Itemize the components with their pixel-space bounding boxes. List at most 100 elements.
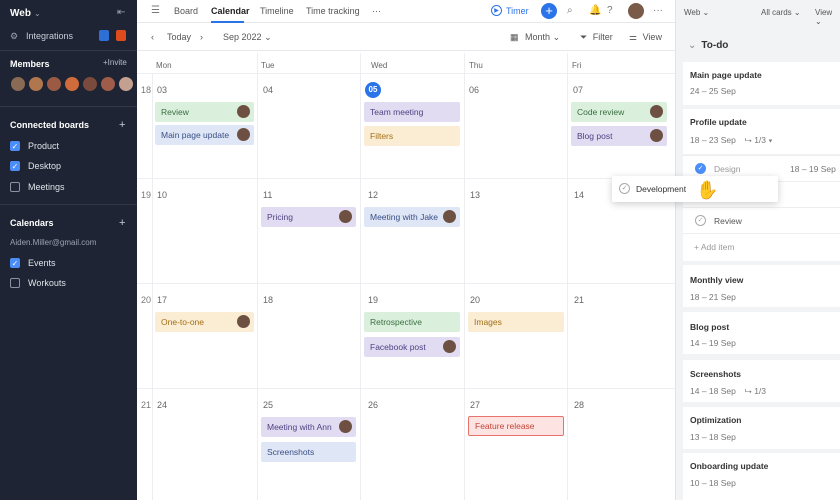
subtasks-counter[interactable]: ⮡ 1/3 <box>745 386 766 397</box>
calendar-item-workouts[interactable]: Workouts <box>10 278 66 288</box>
checkbox-checked-icon[interactable]: ✓ <box>10 161 20 171</box>
card-main-page-update[interactable]: Main page update 24 – 25 Sep <box>683 62 840 105</box>
invite-button[interactable]: +Invite <box>103 58 127 67</box>
card-blog-post[interactable]: Blog post 14 – 19 Sep <box>683 312 840 354</box>
today-button[interactable]: Today <box>167 32 191 42</box>
user-avatar[interactable] <box>628 3 644 19</box>
event-screenshots[interactable]: Screenshots <box>261 442 356 462</box>
day-number[interactable]: 10 <box>157 190 167 200</box>
checkbox-checked-icon[interactable]: ✓ <box>10 141 20 151</box>
subtasks-counter[interactable]: ⮡ 1/3 ▾ <box>745 135 773 146</box>
day-number[interactable]: 26 <box>368 400 378 410</box>
check-circle-icon[interactable]: ✓ <box>695 215 706 226</box>
day-number[interactable]: 03 <box>157 85 167 95</box>
day-number[interactable]: 17 <box>157 295 167 305</box>
all-cards-select[interactable]: All cards ⌄ <box>761 8 801 17</box>
timer-button[interactable]: ▶ Timer <box>491 5 529 16</box>
help-icon[interactable]: ? <box>607 5 613 16</box>
day-number[interactable]: 20 <box>470 295 480 305</box>
next-period-icon[interactable]: › <box>200 32 203 42</box>
calendar-item-events[interactable]: ✓ Events <box>10 258 56 268</box>
board-select[interactable]: Web ⌄ <box>684 8 709 17</box>
card-optimization[interactable]: Optimization 13 – 18 Sep <box>683 407 840 449</box>
avatar[interactable] <box>100 76 116 92</box>
day-number[interactable]: 19 <box>368 295 378 305</box>
event-images[interactable]: Images <box>468 312 564 332</box>
panel-view-button[interactable]: View ⌄ <box>815 8 840 26</box>
avatar[interactable] <box>64 76 80 92</box>
hamburger-menu-icon[interactable]: ☰ <box>151 5 160 16</box>
day-number[interactable]: 04 <box>263 85 273 95</box>
checkbox-checked-icon[interactable]: ✓ <box>10 258 20 268</box>
today-day-number[interactable]: 05 <box>365 82 381 98</box>
checkbox-unchecked-icon[interactable] <box>10 278 20 288</box>
event-feature-release[interactable]: Feature release <box>468 416 564 436</box>
event-meeting-with-jake[interactable]: Meeting with Jake <box>364 207 460 227</box>
add-button[interactable]: + <box>541 3 557 19</box>
more-options-icon[interactable]: ··· <box>653 5 663 16</box>
day-number[interactable]: 21 <box>574 295 584 305</box>
day-number[interactable]: 25 <box>263 400 273 410</box>
event-retrospective[interactable]: Retrospective <box>364 312 460 332</box>
tab-board[interactable]: Board <box>174 6 198 16</box>
event-title: Main page update <box>161 130 230 140</box>
tab-timeline[interactable]: Timeline <box>260 6 294 16</box>
day-number[interactable]: 07 <box>573 85 583 95</box>
list-header[interactable]: ⌄ To-do <box>688 40 728 51</box>
avatar[interactable] <box>28 76 44 92</box>
day-number[interactable]: 11 <box>263 190 272 200</box>
event-code-review[interactable]: Code review <box>571 102 667 122</box>
view-mode-select[interactable]: ▦ Month ⌄ <box>510 32 560 43</box>
add-board-icon[interactable]: + <box>119 119 125 131</box>
add-calendar-icon[interactable]: + <box>119 217 125 229</box>
more-tabs-icon[interactable]: ··· <box>372 6 381 16</box>
day-number[interactable]: 18 <box>263 295 273 305</box>
day-number[interactable]: 28 <box>574 400 584 410</box>
event-team-meeting[interactable]: Team meeting <box>364 102 460 122</box>
card-screenshots[interactable]: Screenshots 14 – 18 Sep ⮡ 1/3 <box>683 360 840 402</box>
event-filters[interactable]: Filters <box>364 126 460 146</box>
event-facebook-post[interactable]: Facebook post <box>364 337 460 357</box>
avatar[interactable] <box>10 76 26 92</box>
event-main-page-update[interactable]: Main page update <box>155 125 254 145</box>
day-number[interactable]: 13 <box>470 190 480 200</box>
notifications-icon[interactable]: 🔔 <box>589 5 601 16</box>
event-meeting-with-ann[interactable]: Meeting with Ann <box>261 417 356 437</box>
check-circle-icon[interactable]: ✓ <box>695 163 706 174</box>
avatar[interactable] <box>46 76 62 92</box>
chevron-down-icon: ⌄ <box>688 40 697 51</box>
day-number[interactable]: 12 <box>368 190 378 200</box>
search-icon[interactable]: ⌕ <box>567 5 573 16</box>
card-profile-update[interactable]: Profile update 18 – 23 Sep ⮡ 1/3 ▾ <box>683 109 840 154</box>
event-blog-post[interactable]: Blog post <box>571 126 667 146</box>
day-number[interactable]: 27 <box>470 400 480 410</box>
checkbox-unchecked-icon[interactable] <box>10 182 20 192</box>
month-picker[interactable]: Sep 2022 ⌄ <box>223 32 272 43</box>
add-item-row[interactable]: + Add item <box>683 233 840 261</box>
avatar[interactable] <box>118 76 134 92</box>
workspace-switcher[interactable]: Web ⌄ <box>10 8 41 19</box>
dragging-card-development[interactable]: ✓ Development <box>612 176 778 202</box>
card-onboarding-update[interactable]: Onboarding update 10 – 18 Sep <box>683 453 840 500</box>
office-icon[interactable] <box>116 30 126 41</box>
card-monthly-view[interactable]: Monthly view 18 – 21 Sep <box>683 265 840 307</box>
google-calendar-icon[interactable] <box>99 30 109 41</box>
event-review[interactable]: Review <box>155 102 254 122</box>
integrations-item[interactable]: ⚙ Integrations <box>10 29 130 43</box>
tab-time-tracking[interactable]: Time tracking <box>306 6 360 16</box>
board-item-desktop[interactable]: ✓ Desktop <box>10 161 61 171</box>
filter-button[interactable]: ⏷ Filter <box>580 32 613 43</box>
event-pricing[interactable]: Pricing <box>261 207 356 227</box>
day-number[interactable]: 06 <box>469 85 479 95</box>
subtask-review[interactable]: ✓ Review <box>683 207 840 233</box>
day-number[interactable]: 24 <box>157 400 167 410</box>
event-one-to-one[interactable]: One-to-one <box>155 312 254 332</box>
avatar[interactable] <box>82 76 98 92</box>
view-settings-button[interactable]: ⚌ View <box>629 32 662 43</box>
collapse-sidebar-icon[interactable]: ⇤ <box>117 7 125 18</box>
board-item-meetings[interactable]: Meetings <box>10 182 65 192</box>
prev-period-icon[interactable]: ‹ <box>151 32 154 42</box>
day-number[interactable]: 14 <box>574 190 584 200</box>
tab-calendar[interactable]: Calendar <box>211 6 250 16</box>
board-item-product[interactable]: ✓ Product <box>10 141 59 151</box>
